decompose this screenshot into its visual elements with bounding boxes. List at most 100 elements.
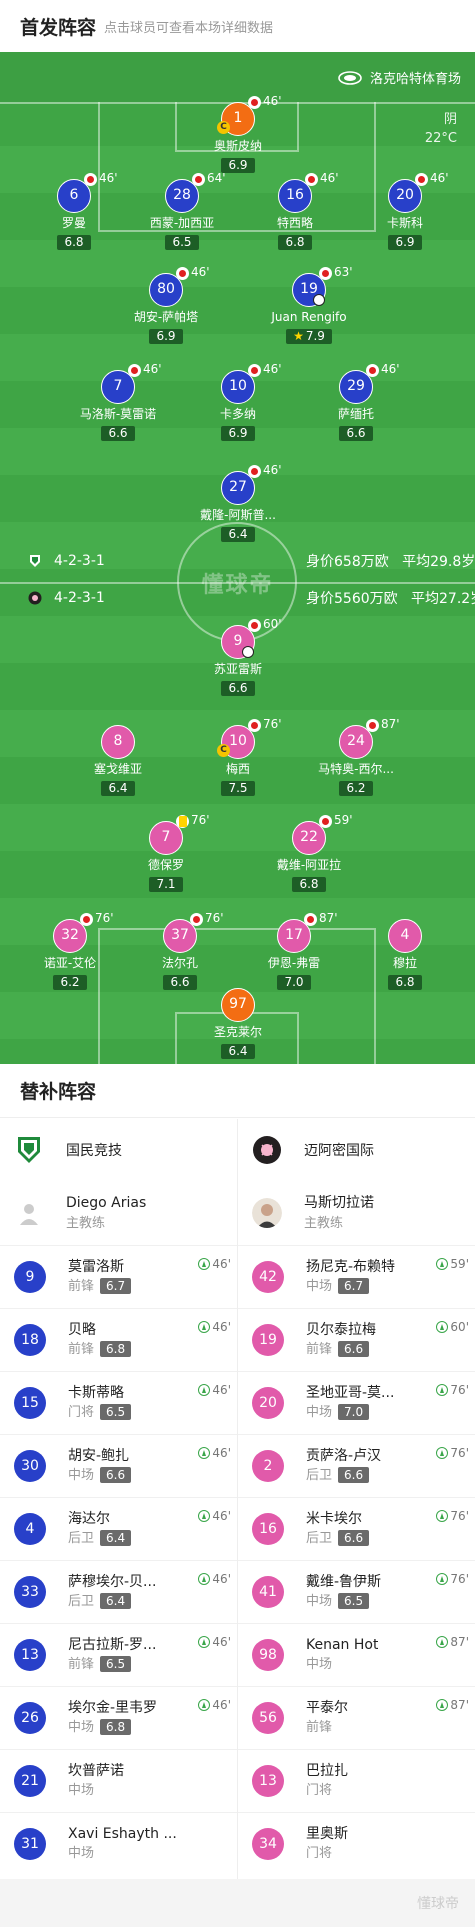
away-player-17[interactable]: 17 87' 伊恩-弗雷 7.0: [234, 911, 354, 990]
away-player-37[interactable]: 37 76' 法尔孔 6.6: [120, 911, 240, 990]
away-sub-row[interactable]: 98 Kenan Hot 中场 87': [238, 1623, 475, 1686]
away-sub-row[interactable]: 16 米卡埃尔 后卫 6.6 76': [238, 1497, 475, 1560]
substitution-minute: 46': [143, 362, 162, 376]
home-player-29[interactable]: 29 46' 萨缅托 6.6: [296, 362, 416, 441]
home-subs-list: 9 莫雷洛斯 前锋 6.7 46' 18 贝略 前锋 6.8 46' 15 卡斯蒂略 门将 6.5 46' 3…: [0, 1245, 237, 1875]
home-sub-row[interactable]: 13 尼古拉斯-罗... 前锋 6.5 46': [0, 1623, 237, 1686]
player-number-badge: 1 46' C: [217, 94, 282, 136]
player-rating-badge: 6.4: [221, 1044, 255, 1059]
home-coach-name: Diego Arias: [66, 1195, 147, 1211]
player-number-badge: 17 87': [277, 911, 338, 953]
away-age: 平均27.2岁: [411, 591, 475, 607]
home-player-20[interactable]: 20 46' 卡斯科 6.9: [345, 171, 465, 250]
home-player-80[interactable]: 80 46' 胡安-萨帕塔 6.9: [106, 265, 226, 344]
home-sub-row[interactable]: 31 Xavi Eshayth ... 中场: [0, 1812, 237, 1875]
sub-name: 埃尔金-里韦罗: [68, 1700, 158, 1716]
substitution-minute: 46': [99, 171, 118, 185]
home-sub-row[interactable]: 15 卡斯蒂略 门将 6.5 46': [0, 1371, 237, 1434]
sub-info: 卡斯蒂略 门将 6.5: [68, 1383, 132, 1423]
substitution-in-icon: [198, 1636, 211, 1648]
home-player-1[interactable]: 1 46' C 奥斯皮纳 6.9: [178, 94, 298, 173]
captain-icon: C: [217, 744, 230, 757]
substitution-in-icon: [198, 1699, 211, 1711]
substitution-off-icon: [192, 173, 205, 186]
home-sub-row[interactable]: 21 坎普萨诺 中场: [0, 1749, 237, 1812]
away-sub-row[interactable]: 13 巴拉扎 门将: [238, 1749, 475, 1812]
player-rating: 6.8: [299, 877, 319, 891]
away-player-32[interactable]: 32 76' 诺亚-艾伦 6.2: [10, 911, 130, 990]
home-team-logo-icon: [18, 1137, 40, 1163]
sub-position: 后卫: [306, 1531, 333, 1546]
away-sub-row[interactable]: 2 贡萨洛-卢汉 后卫 6.6 76': [238, 1434, 475, 1497]
home-sub-row[interactable]: 26 埃尔金-里韦罗 中场 6.8 46': [0, 1686, 237, 1749]
home-coach-role: 主教练: [66, 1216, 106, 1231]
player-name: 卡多纳: [219, 407, 256, 421]
home-sub-row[interactable]: 4 海达尔 后卫 6.4 46': [0, 1497, 237, 1560]
player-rating-badge: 6.4: [221, 527, 255, 542]
sub-in-minute: 46': [212, 1320, 231, 1334]
away-sub-row[interactable]: 42 扬尼克-布赖特 中场 6.7 59': [238, 1245, 475, 1308]
home-player-6[interactable]: 6 46' 罗曼 6.8: [14, 171, 134, 250]
away-subs-list: 42 扬尼克-布赖特 中场 6.7 59' 19 贝尔泰拉梅 前锋 6.6 60' 20 圣地亚哥-莫…: [238, 1245, 475, 1875]
away-sub-row[interactable]: 19 贝尔泰拉梅 前锋 6.6 60': [238, 1308, 475, 1371]
player-rating: 6.9: [228, 426, 248, 440]
home-player-7[interactable]: 7 46' 马洛斯-莫雷诺 6.6: [58, 362, 178, 441]
away-team-row[interactable]: 迈阿密国际: [238, 1119, 475, 1181]
player-rating: 6.8: [285, 235, 305, 249]
home-player-19[interactable]: 19 63' Juan Rengifo ★ 7.9: [249, 265, 369, 344]
home-sub-row[interactable]: 9 莫雷洛斯 前锋 6.7 46': [0, 1245, 237, 1308]
sub-info: 莫雷洛斯 前锋 6.7: [68, 1257, 132, 1297]
player-rating-badge: 6.9: [221, 158, 255, 173]
sub-number-badge: 18: [14, 1324, 46, 1356]
away-player-24[interactable]: 24 87' 马特奥-西尔... 6.2: [296, 717, 416, 796]
sub-position: 前锋: [68, 1279, 95, 1294]
sub-number-badge: 20: [252, 1387, 284, 1419]
away-player-4[interactable]: 4 穆拉 6.8: [345, 919, 465, 990]
player-name: 卡斯科: [386, 216, 423, 230]
player-rating: 6.4: [228, 1044, 248, 1058]
away-player-7[interactable]: 7 76' 德保罗 7.1: [106, 813, 226, 892]
away-player-97[interactable]: 97 圣克莱尔 6.4: [178, 988, 298, 1059]
away-coach-row[interactable]: 马斯切拉诺 主教练: [238, 1181, 475, 1245]
player-number: 8: [113, 733, 123, 749]
sub-info: 里奥斯 门将: [306, 1824, 348, 1864]
player-rating-badge: 6.8: [292, 877, 326, 892]
home-player-28[interactable]: 28 64' 西蒙-加西亚 6.5: [122, 171, 242, 250]
home-sub-row[interactable]: 18 贝略 前锋 6.8 46': [0, 1308, 237, 1371]
player-number: 7: [161, 829, 171, 845]
home-sub-row[interactable]: 33 萨穆埃尔-贝... 后卫 6.4 46': [0, 1560, 237, 1623]
sub-name: 尼古拉斯-罗...: [68, 1637, 157, 1653]
sub-in-indicator: 76': [436, 1509, 469, 1523]
substitution-minute: 46': [320, 171, 339, 185]
sub-info: 贡萨洛-卢汉 后卫 6.6: [306, 1446, 381, 1486]
home-player-16[interactable]: 16 46' 特西略 6.8: [235, 171, 355, 250]
home-player-27[interactable]: 27 46' 戴隆-阿斯普... 6.4: [178, 463, 298, 542]
player-name: 法尔孔: [161, 956, 198, 970]
away-player-22[interactable]: 22 59' 戴维-阿亚拉 6.8: [249, 813, 369, 892]
away-player-10[interactable]: 10 76' C 梅西 7.5: [178, 717, 298, 796]
player-rating-badge: 6.9: [149, 329, 183, 344]
sub-position-line: 前锋 6.8: [68, 1340, 132, 1360]
sub-position: 门将: [68, 1405, 95, 1420]
away-sub-row[interactable]: 56 平泰尔 前锋 87': [238, 1686, 475, 1749]
home-player-10[interactable]: 10 46' 卡多纳 6.9: [178, 362, 298, 441]
player-rating: 7.0: [284, 975, 304, 989]
home-sub-row[interactable]: 30 胡安-鲍扎 中场 6.6 46': [0, 1434, 237, 1497]
away-team-name: 迈阿密国际: [304, 1143, 374, 1159]
sub-number-badge: 34: [252, 1828, 284, 1860]
sub-name: 米卡埃尔: [306, 1511, 362, 1527]
away-sub-row[interactable]: 34 里奥斯 门将: [238, 1812, 475, 1875]
home-coach-row[interactable]: Diego Arias 主教练: [0, 1181, 237, 1245]
player-number: 20: [396, 187, 414, 203]
away-sub-row[interactable]: 20 圣地亚哥-莫... 中场 7.0 76': [238, 1371, 475, 1434]
away-player-8[interactable]: 8 塞戈维亚 6.4: [58, 725, 178, 796]
away-player-9[interactable]: 9 60' 苏亚雷斯 6.6: [178, 617, 298, 696]
substitution-in-icon: [436, 1258, 449, 1270]
player-number: 10: [229, 733, 247, 749]
home-team-row[interactable]: 国民竞技: [0, 1119, 237, 1181]
away-sub-row[interactable]: 41 戴维-鲁伊斯 中场 6.5 76': [238, 1560, 475, 1623]
sub-in-minute: 87': [450, 1698, 469, 1712]
player-number-badge: 22 59': [292, 813, 353, 855]
sub-in-minute: 46': [212, 1257, 231, 1271]
substitution-off-icon: [84, 173, 97, 186]
